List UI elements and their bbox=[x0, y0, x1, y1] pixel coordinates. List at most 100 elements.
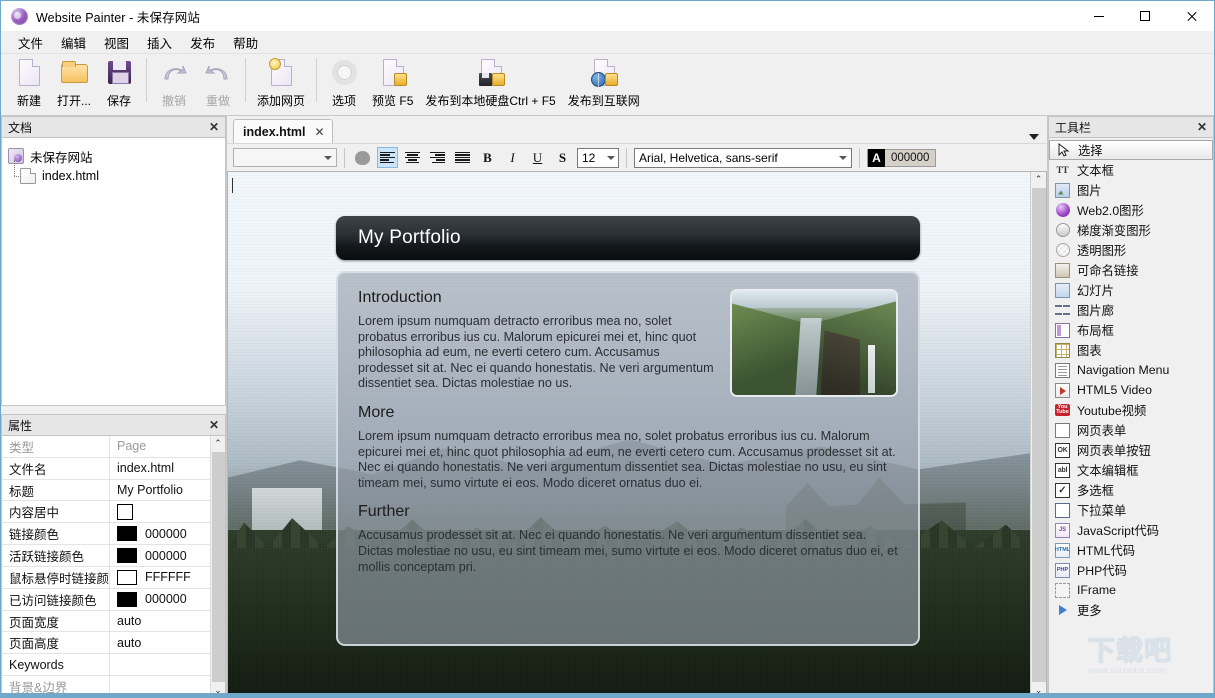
tools-panel-close-icon[interactable]: ✕ bbox=[1197, 121, 1207, 133]
toolbar-button-open[interactable]: 打开... bbox=[51, 54, 97, 112]
bold-button[interactable]: B bbox=[477, 147, 498, 168]
toolbar-button-publish-web[interactable]: 发布到互联网 bbox=[562, 54, 646, 112]
table-row[interactable]: 文件名 index.html bbox=[2, 458, 210, 480]
menu-insert[interactable]: 插入 bbox=[138, 30, 181, 55]
tool-item-php-code[interactable]: PHP PHP代码 bbox=[1049, 560, 1213, 580]
table-row[interactable]: 标题 My Portfolio bbox=[2, 480, 210, 502]
tool-item-html-code[interactable]: HTML HTML代码 bbox=[1049, 540, 1213, 560]
toolbar-button-undo[interactable]: 撤销 bbox=[152, 54, 196, 112]
menu-publish[interactable]: 发布 bbox=[181, 30, 224, 55]
tool-item-select[interactable]: 选择 bbox=[1049, 140, 1213, 160]
table-row[interactable]: 页面高度 auto bbox=[2, 632, 210, 654]
tool-item-form-button[interactable]: OK 网页表单按钮 bbox=[1049, 440, 1213, 460]
tool-item-web-form[interactable]: 网页表单 bbox=[1049, 420, 1213, 440]
property-value[interactable]: My Portfolio bbox=[110, 480, 210, 501]
tree-item-site[interactable]: 未保存网站 bbox=[8, 146, 219, 166]
tool-item-iframe[interactable]: IFrame bbox=[1049, 580, 1213, 600]
close-button[interactable] bbox=[1168, 1, 1214, 31]
content-center-checkbox[interactable] bbox=[117, 504, 133, 520]
tool-item-named-anchor[interactable]: 可命名链接 bbox=[1049, 260, 1213, 280]
chevron-down-icon[interactable] bbox=[1029, 134, 1039, 140]
form-button-icon: OK bbox=[1055, 443, 1070, 458]
menu-edit[interactable]: 编辑 bbox=[52, 30, 95, 55]
italic-button[interactable]: I bbox=[502, 147, 523, 168]
tool-item-gallery[interactable]: 图片廊 bbox=[1049, 300, 1213, 320]
color-swatch[interactable] bbox=[117, 548, 137, 563]
tool-item-layout-box[interactable]: 布局框 bbox=[1049, 320, 1213, 340]
toolbar-button-redo[interactable]: 重做 bbox=[196, 54, 240, 112]
table-row[interactable]: 鼠标悬停时链接颜色 FFFFFF bbox=[2, 567, 210, 589]
tool-item-youtube[interactable]: YouTube Youtube视频 bbox=[1049, 400, 1213, 420]
style-select[interactable] bbox=[233, 148, 337, 167]
strikethrough-button[interactable]: S bbox=[552, 147, 573, 168]
page-canvas[interactable]: My Portfolio Introduction Lorem ipsum nu… bbox=[228, 172, 1030, 698]
scroll-up-icon[interactable]: ⌃ bbox=[1035, 172, 1043, 187]
toolbar-button-options[interactable]: 选项 bbox=[322, 54, 366, 112]
canvas-vertical-scrollbar[interactable]: ⌃ ⌄ bbox=[1030, 172, 1046, 698]
property-value[interactable]: index.html bbox=[110, 458, 210, 479]
toolbar-button-publish-local[interactable]: 发布到本地硬盘Ctrl + F5 bbox=[419, 54, 561, 112]
tool-item-html5-video[interactable]: HTML5 Video bbox=[1049, 380, 1213, 400]
tool-item-transparent-shape[interactable]: 透明图形 bbox=[1049, 240, 1213, 260]
toolbar-button-preview[interactable]: 预览 F5 bbox=[366, 54, 419, 112]
site-header[interactable]: My Portfolio bbox=[336, 216, 920, 260]
documents-panel-close-icon[interactable]: ✕ bbox=[209, 121, 219, 133]
align-center-button[interactable] bbox=[402, 147, 423, 168]
minimize-button[interactable] bbox=[1076, 1, 1122, 31]
scrollbar-thumb[interactable] bbox=[212, 452, 225, 682]
tool-item-web20-shape[interactable]: Web2.0图形 bbox=[1049, 200, 1213, 220]
window-controls bbox=[1076, 1, 1214, 31]
property-value[interactable] bbox=[110, 654, 210, 675]
table-row[interactable]: 页面宽度 auto bbox=[2, 611, 210, 633]
color-swatch[interactable] bbox=[117, 570, 137, 585]
table-row[interactable]: 活跃链接颜色 000000 bbox=[2, 545, 210, 567]
toolbar-button-save[interactable]: 保存 bbox=[97, 54, 141, 112]
tab-index-html[interactable]: index.html ✕ bbox=[233, 119, 333, 143]
maximize-button[interactable] bbox=[1122, 1, 1168, 31]
table-row[interactable]: Keywords bbox=[2, 654, 210, 676]
table-row[interactable]: 链接颜色 000000 bbox=[2, 523, 210, 545]
underline-button[interactable]: U bbox=[527, 147, 548, 168]
tool-item-text-input[interactable]: abl 文本编辑框 bbox=[1049, 460, 1213, 480]
menu-help[interactable]: 帮助 bbox=[224, 30, 267, 55]
table-row[interactable]: 类型 Page bbox=[2, 436, 210, 458]
toolbar-separator bbox=[146, 58, 147, 102]
site-content-box[interactable]: Introduction Lorem ipsum numquam detract… bbox=[336, 271, 920, 646]
font-color-picker[interactable]: A 000000 bbox=[867, 149, 936, 167]
tool-item-nav-menu[interactable]: Navigation Menu bbox=[1049, 360, 1213, 380]
property-value[interactable]: auto bbox=[110, 611, 210, 632]
color-swatch[interactable] bbox=[117, 526, 137, 541]
align-left-button[interactable] bbox=[377, 147, 398, 168]
canvas-wrapper: My Portfolio Introduction Lorem ipsum nu… bbox=[227, 171, 1047, 698]
menu-file[interactable]: 文件 bbox=[9, 30, 52, 55]
font-size-select[interactable]: 12 bbox=[577, 148, 619, 168]
toolbar-button-add-page[interactable]: 添加网页 bbox=[251, 54, 311, 112]
tree-item-index[interactable]: index.html bbox=[20, 166, 219, 186]
text-color-blob[interactable] bbox=[352, 147, 373, 168]
scroll-up-icon[interactable]: ⌃ bbox=[214, 436, 222, 451]
menu-view[interactable]: 视图 bbox=[95, 30, 138, 55]
property-value[interactable]: auto bbox=[110, 632, 210, 653]
table-row[interactable]: 已访问链接颜色 000000 bbox=[2, 589, 210, 611]
tool-item-javascript-code[interactable]: JS JavaScript代码 bbox=[1049, 520, 1213, 540]
tool-item-textbox[interactable]: TT 文本框 bbox=[1049, 160, 1213, 180]
tool-item-gradient-shape[interactable]: 梯度渐变图形 bbox=[1049, 220, 1213, 240]
properties-scrollbar[interactable]: ⌃ ⌄ bbox=[210, 436, 225, 698]
tool-item-checkbox[interactable]: ✓ 多选框 bbox=[1049, 480, 1213, 500]
tab-close-icon[interactable]: ✕ bbox=[315, 125, 325, 139]
align-right-button[interactable] bbox=[427, 147, 448, 168]
toolbar-button-new[interactable]: 新建 bbox=[7, 54, 51, 112]
tool-item-dropdown[interactable]: 下拉菜单 bbox=[1049, 500, 1213, 520]
scrollbar-thumb[interactable] bbox=[1032, 188, 1046, 682]
tool-item-table[interactable]: 图表 bbox=[1049, 340, 1213, 360]
font-family-select[interactable]: Arial, Helvetica, sans-serif bbox=[634, 148, 852, 168]
table-row[interactable]: 内容居中 bbox=[2, 501, 210, 523]
waterfall-canyon-photo[interactable] bbox=[730, 289, 898, 397]
tool-item-more[interactable]: 更多 bbox=[1049, 600, 1213, 620]
tool-item-slideshow[interactable]: 幻灯片 bbox=[1049, 280, 1213, 300]
properties-panel-close-icon[interactable]: ✕ bbox=[209, 419, 219, 431]
color-swatch[interactable] bbox=[117, 592, 137, 607]
align-justify-button[interactable] bbox=[452, 147, 473, 168]
tool-item-image[interactable]: 图片 bbox=[1049, 180, 1213, 200]
window-title: Website Painter - 未保存网站 bbox=[36, 7, 200, 26]
